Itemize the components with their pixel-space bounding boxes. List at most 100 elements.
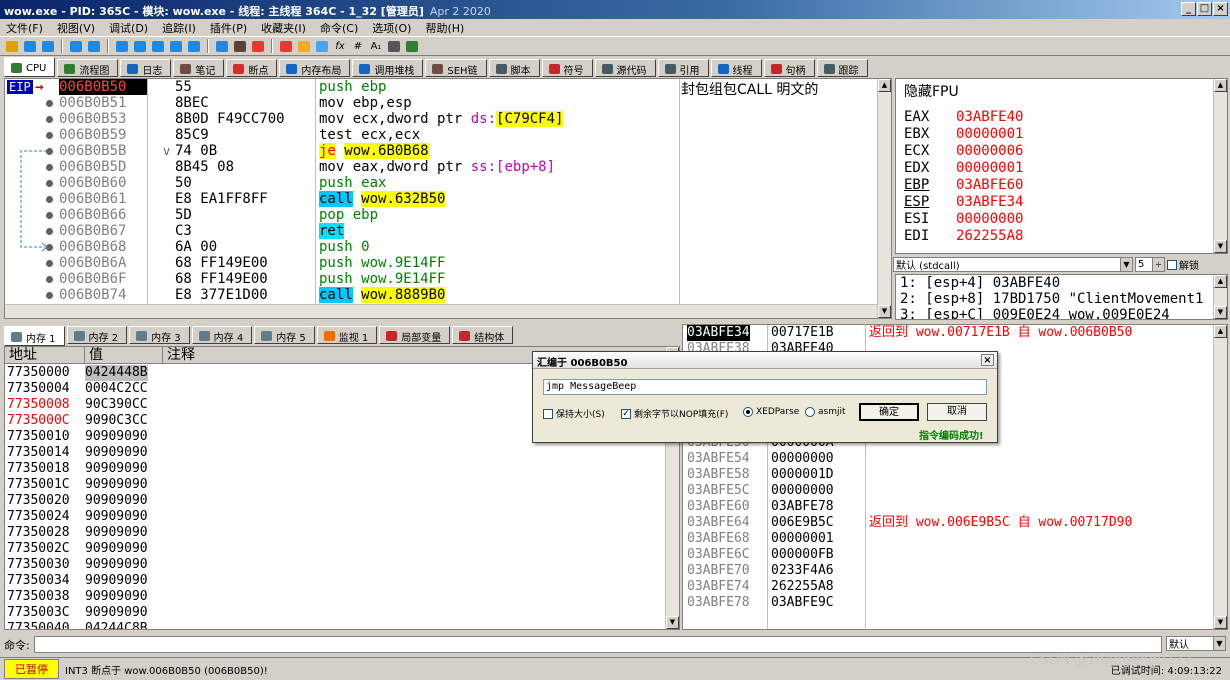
register-edx[interactable]: EDX 00000001	[904, 160, 1023, 176]
register-ebx[interactable]: EBX 00000001	[904, 126, 1023, 142]
menu-item[interactable]: 追踪(I)	[162, 20, 196, 36]
tab-14[interactable]: 跟踪	[816, 59, 868, 77]
tab-3[interactable]: 笔记	[173, 59, 225, 77]
disasm-row[interactable]: 006B0B5B v 74 0B je wow.6B0B68	[5, 143, 891, 159]
unlock-checkbox[interactable]	[1167, 259, 1177, 270]
register-edi[interactable]: EDI 262255A8	[904, 228, 1023, 244]
disasm-row[interactable]: EIP → 006B0B50 55 push ebp	[5, 79, 891, 95]
cheat-icon[interactable]	[404, 38, 420, 54]
asmjit-option[interactable]: asmjit	[805, 407, 846, 417]
disasm-row[interactable]: 006B0B53 8B0D F49CC700 mov ecx,dword ptr d…	[5, 111, 891, 127]
disasm-row[interactable]: 006B0B6A 68 FF149E00 push wow.9E14FF	[5, 255, 891, 271]
hash-icon[interactable]: #	[350, 38, 366, 54]
hide-fpu-toggle[interactable]: 隐藏FPU	[904, 81, 959, 101]
registers-pane[interactable]: 隐藏FPU EAX 03ABFE40 EBX 00000001 ECX 00000006 E…	[895, 78, 1228, 254]
disasm-row[interactable]: 006B0B6F 68 FF149E00 push wow.9E14FF	[5, 271, 891, 287]
register-value[interactable]: 00000000	[956, 211, 1023, 227]
menu-item[interactable]: 收藏夹(I)	[261, 20, 306, 36]
xedparse-option[interactable]: XEDParse	[743, 407, 799, 417]
bookmark-icon[interactable]	[314, 38, 330, 54]
minimize-button[interactable]: _	[1181, 2, 1196, 16]
dump-header-address[interactable]: 地址	[5, 347, 85, 364]
tab-4[interactable]: 断点	[226, 59, 278, 77]
execute-till-return-icon[interactable]	[214, 38, 230, 54]
call-arg-row[interactable]: 2: [esp+8] 17BD1750 "ClientMovement1	[900, 291, 1203, 307]
disasm-row[interactable]: 006B0B68 6A 00 push 0	[5, 239, 891, 255]
breakpoint-dot[interactable]	[46, 100, 53, 107]
dump-tab-0[interactable]: 内存 1	[4, 326, 65, 346]
tab-1[interactable]: 流程图	[57, 59, 119, 77]
restart-icon[interactable]	[22, 38, 38, 54]
disasm-row[interactable]: 006B0B61 E8 EA1FF8FF call wow.632B50	[5, 191, 891, 207]
disassembly-pane[interactable]: 封包组包CALL 明文的 EIP → 006B0B50 55 push ebp 006B0…	[4, 78, 892, 319]
disasm-scrollbar[interactable]: ▲ ▼	[877, 79, 891, 318]
arg-count-spinner[interactable]: 5 ÷	[1135, 257, 1165, 272]
register-value[interactable]: 00000006	[956, 143, 1023, 159]
tab-11[interactable]: 引用	[657, 59, 709, 77]
call-args-pane[interactable]: 1: [esp+4] 03ABFE40 2: [esp+8] 17BD1750 "…	[895, 274, 1228, 320]
register-esi[interactable]: ESI 00000000	[904, 211, 1023, 227]
dialog-close-button[interactable]: ×	[981, 354, 994, 366]
register-value[interactable]: 03ABFE34	[956, 194, 1023, 210]
tab-0[interactable]: CPU	[4, 57, 56, 77]
dump-header-value[interactable]: 值	[85, 347, 163, 364]
disasm-row[interactable]: 006B0B60 50 push eax	[5, 175, 891, 191]
trace-over-icon[interactable]	[168, 38, 184, 54]
register-value[interactable]: 03ABFE40	[956, 109, 1023, 125]
register-eax[interactable]: EAX 03ABFE40	[904, 109, 1023, 125]
label-icon[interactable]	[296, 38, 312, 54]
command-input[interactable]	[34, 636, 1162, 653]
menu-item[interactable]: 选项(O)	[372, 20, 411, 36]
register-value[interactable]: 262255A8	[956, 228, 1023, 244]
register-value[interactable]: 00000001	[956, 126, 1023, 142]
keep-size-checkbox[interactable]	[543, 408, 553, 419]
register-value[interactable]: 00000001	[956, 160, 1023, 176]
dump-tab-7[interactable]: 结构体	[452, 326, 514, 344]
tab-10[interactable]: 源代码	[594, 59, 656, 77]
dump-tab-4[interactable]: 内存 5	[254, 326, 315, 344]
patch-icon[interactable]	[250, 38, 266, 54]
stop-icon[interactable]	[40, 38, 56, 54]
breakpoint-dot[interactable]	[46, 276, 53, 283]
assemble-input[interactable]: jmp MessageBeep	[543, 379, 987, 395]
menu-item[interactable]: 插件(P)	[210, 20, 247, 36]
tab-2[interactable]: 日志	[120, 59, 172, 77]
cancel-button[interactable]: 取消	[927, 403, 987, 421]
menu-item[interactable]: 文件(F)	[6, 20, 43, 36]
disasm-row[interactable]: 006B0B51 8BEC mov ebp,esp	[5, 95, 891, 111]
menu-item[interactable]: 调试(D)	[109, 20, 148, 36]
dump-tab-1[interactable]: 内存 2	[66, 326, 128, 344]
tab-8[interactable]: 脚本	[488, 59, 540, 77]
menu-item[interactable]: 帮助(H)	[425, 20, 464, 36]
dump-tab-5[interactable]: 监视 1	[316, 326, 378, 344]
disasm-row[interactable]: 006B0B66 5D pop ebp	[5, 207, 891, 223]
close-button[interactable]: ×	[1213, 2, 1228, 16]
register-value[interactable]: 03ABFE60	[956, 177, 1023, 193]
tab-6[interactable]: 调用堆栈	[352, 59, 424, 77]
call-arg-row[interactable]: 1: [esp+4] 03ABFE40	[900, 275, 1060, 291]
stack-scrollbar[interactable]: ▲ ▼	[1213, 325, 1227, 629]
command-mode-select[interactable]: 默认 ▼	[1166, 636, 1226, 651]
run-icon[interactable]	[68, 38, 84, 54]
fill-nop-option[interactable]: ✓ 剩余字节以NOP填充(F)	[621, 407, 728, 420]
fill-nop-checkbox[interactable]: ✓	[621, 408, 631, 419]
call-args-scrollbar[interactable]: ▲ ▼	[1213, 275, 1227, 319]
xedparse-radio[interactable]	[743, 407, 753, 417]
keep-size-option[interactable]: 保持大小(S)	[543, 407, 605, 420]
breakpoint-dot[interactable]	[46, 132, 53, 139]
tab-7[interactable]: SEH链	[425, 59, 487, 77]
step-into-icon[interactable]	[114, 38, 130, 54]
calculator-icon[interactable]	[386, 38, 402, 54]
comment-icon[interactable]	[278, 38, 294, 54]
disasm-row[interactable]: 006B0B74 E8 377E1D00 call wow.8889B0	[5, 287, 891, 303]
disasm-row[interactable]: 006B0B5D 8B45 08 mov eax,dword ptr ss:[ebp…	[5, 159, 891, 175]
step-over-icon[interactable]	[132, 38, 148, 54]
ok-button[interactable]: 确定	[859, 403, 919, 421]
disasm-hscrollbar[interactable]	[5, 304, 877, 318]
breakpoint-dot[interactable]	[46, 260, 53, 267]
calling-convention-select[interactable]: 默认 (stdcall) ▼	[893, 257, 1133, 272]
menu-item[interactable]: 命令(C)	[320, 20, 358, 36]
function-icon[interactable]: fx	[332, 38, 348, 54]
register-esp[interactable]: ESP 03ABFE34	[904, 194, 1023, 210]
run-to-user-icon[interactable]	[186, 38, 202, 54]
